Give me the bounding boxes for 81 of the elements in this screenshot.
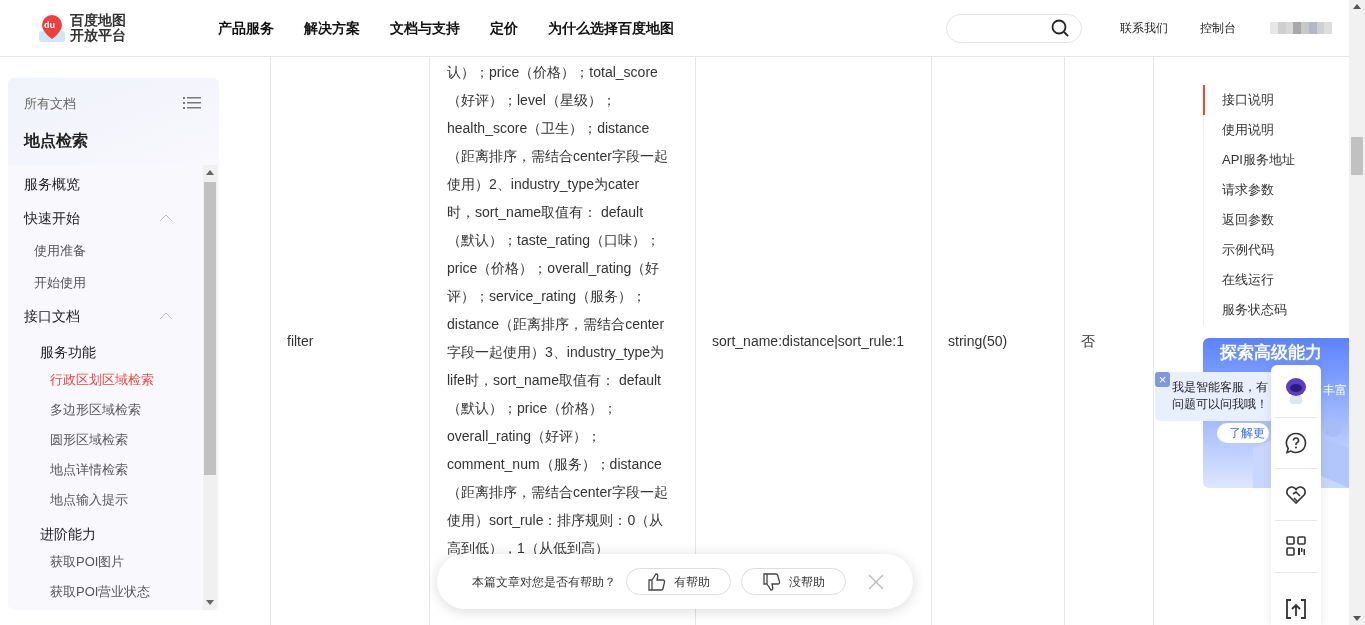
scroll-up-icon[interactable] (1353, 4, 1361, 9)
all-docs-link[interactable]: 所有文档 (24, 94, 203, 114)
promo-title: 探索高级能力 (1220, 342, 1322, 364)
scroll-down-icon[interactable] (1353, 616, 1361, 621)
description-line: （距离排序，需结合center字段一起 (447, 147, 668, 166)
description-line: price（价格）；overall_rating（好 (447, 259, 660, 278)
toc-link[interactable]: 接口说明 (1203, 85, 1295, 115)
robot-avatar-icon[interactable] (1283, 376, 1309, 405)
learn-more-button[interactable]: 了解更 (1217, 423, 1269, 443)
sidebar-item[interactable]: 地点详情检索 (50, 460, 128, 480)
feedback-question: 本篇文章对您是否有帮助？ (472, 573, 616, 591)
back-to-top-icon[interactable] (1286, 598, 1306, 619)
nav-link[interactable]: 解决方案 (304, 17, 360, 39)
toc-link[interactable]: API服务地址 (1203, 145, 1295, 175)
toc-link[interactable]: 请求参数 (1203, 175, 1295, 205)
page-scrollbar[interactable] (1349, 0, 1365, 625)
blurred-username (1270, 22, 1332, 34)
sidebar-item[interactable]: 开始使用 (34, 273, 86, 293)
nav-link[interactable]: 为什么选择百度地图 (548, 17, 674, 39)
logo-text: 百度地图 (70, 13, 126, 28)
toc-link[interactable]: 返回参数 (1203, 205, 1295, 235)
search-icon[interactable] (1051, 19, 1069, 37)
scroll-up-icon[interactable] (206, 170, 214, 175)
toc-link[interactable]: 示例代码 (1203, 235, 1295, 265)
description-line: health_score（卫生）；distance (447, 119, 650, 138)
nav-link[interactable]: 文档与支持 (390, 17, 460, 39)
description-line: 评）；service_rating（服务）； (447, 287, 647, 306)
description-line: （默认）；price（价格）； (447, 399, 618, 418)
sidebar-item[interactable]: 多边形区域检索 (50, 400, 141, 420)
sidebar-item[interactable]: 使用准备 (34, 241, 86, 261)
header-link[interactable]: 控制台 (1200, 19, 1236, 37)
feedback-button[interactable]: 没帮助 (741, 568, 846, 595)
description-line: 时，sort_name取值有： default (447, 203, 644, 222)
sidebar-item[interactable]: 服务概览 (24, 173, 80, 195)
header-link[interactable]: 联系我们 (1120, 19, 1168, 37)
table-cell-text: 否 (1081, 331, 1095, 351)
thumbs-down-icon (762, 571, 781, 592)
nav-link[interactable]: 产品服务 (218, 17, 274, 39)
scroll-down-icon[interactable] (206, 600, 214, 605)
list-icon[interactable] (183, 97, 201, 109)
sidebar-item[interactable]: 行政区划区域检索 (50, 370, 154, 390)
sidebar-item[interactable]: 获取POI营业状态 (50, 582, 151, 602)
sidebar-item[interactable]: 地点输入提示 (50, 490, 128, 510)
description-line: （好评）；level（星级）； (447, 91, 616, 110)
toc-link[interactable]: 在线运行 (1203, 265, 1295, 295)
map-pin-icon (38, 13, 66, 43)
description-line: （距离排序，需结合center字段一起 (447, 483, 668, 502)
table-cell-text: sort_name:distance|sort_rule:1 (712, 331, 904, 351)
table-cell-text: filter (287, 331, 314, 351)
scrollbar-thumb[interactable] (204, 182, 216, 475)
description-line: 使用）2、industry_type为cater (447, 175, 640, 194)
sidebar-scrollbar[interactable] (203, 165, 217, 610)
sidebar-item[interactable]: 快速开始 (24, 207, 80, 229)
thumbs-up-icon (647, 571, 666, 592)
description-line: 使用）sort_rule：排序规则：0（从 (447, 511, 664, 530)
chat-greeting: 我是智能客服，有问题可以问我哦！ (1172, 379, 1269, 413)
description-line: overall_rating（好评）； (447, 427, 602, 446)
logo-text: 开放平台 (70, 28, 126, 43)
sidebar-title: 地点检索 (24, 130, 89, 151)
description-line: life时，sort_name取值有： default (447, 371, 661, 390)
logo-mark: du (44, 19, 55, 32)
table-cell-text: string(50) (948, 331, 1008, 351)
sidebar-item[interactable]: 获取POI图片 (50, 552, 125, 572)
sidebar-item[interactable]: 接口文档 (24, 305, 80, 327)
sidebar-item[interactable]: 进阶能力 (40, 523, 96, 545)
handshake-heart-icon[interactable] (1285, 484, 1307, 505)
sidebar-item[interactable]: 服务功能 (40, 341, 96, 363)
scrollbar-thumb[interactable] (1351, 137, 1363, 175)
promo-subtitle: 丰富 (1323, 382, 1347, 399)
sidebar-item[interactable]: 圆形区域检索 (50, 430, 128, 450)
nav-link[interactable]: 定价 (490, 17, 518, 39)
help-icon[interactable] (1285, 432, 1307, 455)
toc-link[interactable]: 服务状态码 (1203, 295, 1295, 325)
description-line: distance（距离排序，需结合center (447, 315, 665, 334)
description-line: 字段一起使用）3、industry_type为 (447, 343, 665, 362)
qr-code-icon[interactable] (1286, 536, 1306, 557)
toc-link[interactable]: 使用说明 (1203, 115, 1295, 145)
description-line: （默认）；taste_rating（口味）； (447, 231, 661, 250)
feedback-button[interactable]: 有帮助 (626, 568, 731, 595)
description-line: comment_num（服务）；distance (447, 455, 662, 474)
description-line: 认）；price（价格）；total_score (447, 63, 658, 82)
